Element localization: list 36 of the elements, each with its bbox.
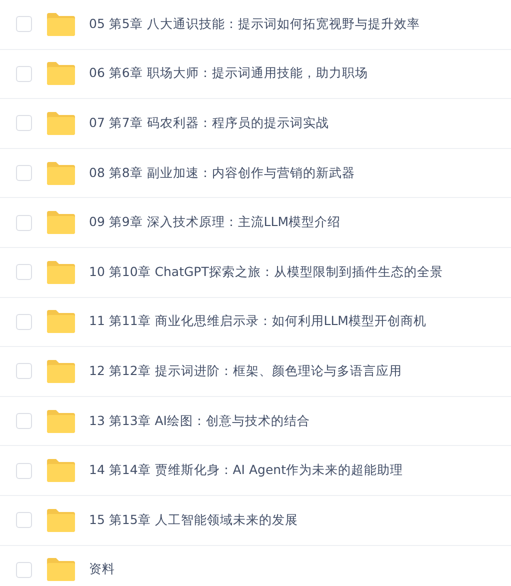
folder-icon <box>47 459 75 482</box>
folder-name[interactable]: 11 第11章 商业化思维启示录：如何利用LLM模型开创商机 <box>89 313 426 330</box>
folder-name[interactable]: 10 第10章 ChatGPT探索之旅：从模型限制到插件生态的全景 <box>89 264 443 281</box>
folder-icon <box>47 211 75 234</box>
folder-icon <box>47 12 75 36</box>
folder-name[interactable]: 12 第12章 提示词进阶：框架、颜色理论与多语言应用 <box>89 362 402 380</box>
folder-icon <box>47 360 75 383</box>
folder-icon <box>47 162 75 185</box>
folder-name[interactable]: 05 第5章 八大通识技能：提示词如何拓宽视野与提升效率 <box>89 16 420 33</box>
folder-name[interactable]: 06 第6章 职场大师：提示词通用技能，助力职场 <box>89 65 368 82</box>
folder-icon <box>47 410 75 433</box>
checkbox[interactable] <box>16 66 32 82</box>
folder-name[interactable]: 09 第9章 深入技术原理：主流LLM模型介绍 <box>89 214 341 232</box>
folder-name[interactable]: 13 第13章 AI绘图：创意与技术的结合 <box>89 412 310 430</box>
checkbox[interactable] <box>16 264 32 280</box>
folder-name[interactable]: 15 第15章 人工智能领域未来的发展 <box>89 512 298 529</box>
checkbox[interactable] <box>16 512 32 528</box>
folder-name[interactable]: 07 第7章 码农利器：程序员的提示词实战 <box>89 114 329 132</box>
checkbox[interactable] <box>16 413 32 430</box>
checkbox[interactable] <box>16 16 32 32</box>
checkbox[interactable] <box>16 214 32 231</box>
folder-icon <box>47 62 75 86</box>
checkbox[interactable] <box>16 462 32 479</box>
folder-name[interactable]: 14 第14章 贾维斯化身：AI Agent作为未来的超能助理 <box>89 462 403 480</box>
folder-icon <box>47 260 75 284</box>
checkbox[interactable] <box>16 363 32 380</box>
folder-name[interactable]: 08 第8章 副业加速：内容创作与营销的新武器 <box>89 164 355 182</box>
folder-icon <box>47 112 75 135</box>
checkbox[interactable] <box>16 165 32 182</box>
checkbox[interactable] <box>16 314 32 330</box>
checkbox[interactable] <box>16 115 32 132</box>
folder-name[interactable]: 资料 <box>89 561 115 578</box>
folder-icon <box>47 558 75 582</box>
folder-icon <box>47 508 75 532</box>
checkbox[interactable] <box>16 562 32 578</box>
folder-icon <box>47 310 75 334</box>
